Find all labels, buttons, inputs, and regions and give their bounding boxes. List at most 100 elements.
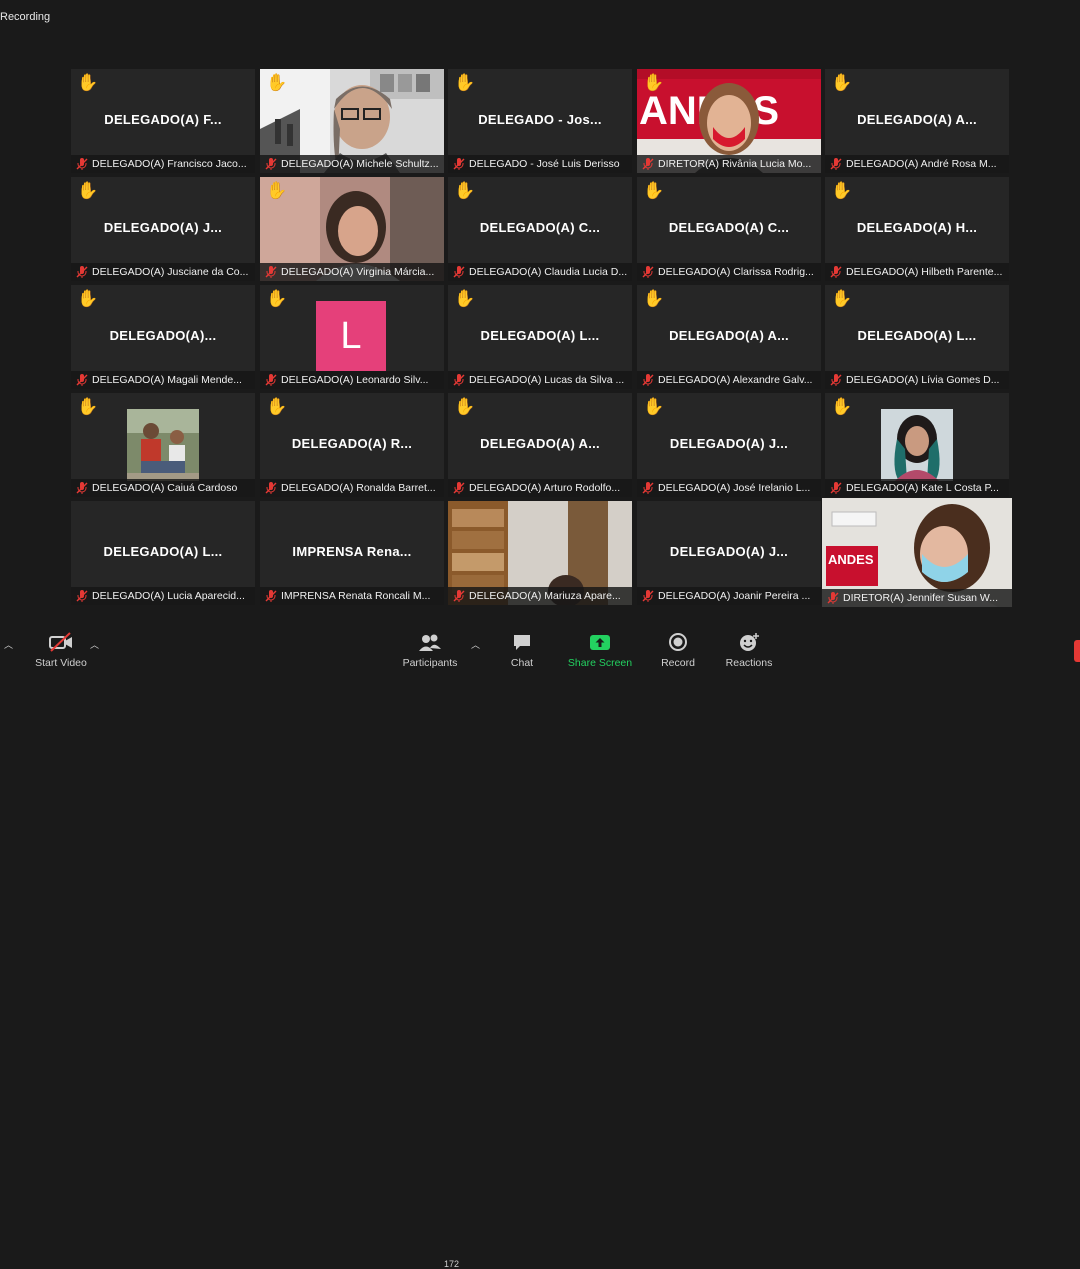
muted-mic-icon — [76, 590, 88, 602]
video-options-caret[interactable]: ︿ — [90, 638, 99, 651]
reactions-icon — [740, 633, 759, 651]
participant-display-label: DELEGADO(A) R... — [291, 436, 413, 451]
participant-tile[interactable]: ✋ DELEGADO(A) Caiuá Cardoso — [71, 393, 255, 497]
raised-hand-icon: ✋ — [454, 181, 476, 200]
participant-tile[interactable]: ✋ DELEGADO(A)... DELEGADO(A) Magali Mend… — [71, 285, 255, 389]
participant-tile[interactable]: DELEGADO(A) J... DELEGADO(A) Joanir Pere… — [637, 501, 821, 605]
participant-tile[interactable]: ✋ DELEGADO(A) J... DELEGADO(A) José Irel… — [637, 393, 821, 497]
participant-display-label: IMPRENSA Rena... — [292, 544, 412, 559]
participant-name: DELEGADO(A) Claudia Lucia D... — [469, 266, 628, 278]
participant-name: DELEGADO(A) Joanir Pereira ... — [658, 590, 811, 602]
participant-name: DELEGADO(A) Mariuza Apare... — [469, 590, 621, 602]
muted-mic-icon — [453, 266, 465, 278]
participant-display-label: DELEGADO(A) L... — [480, 328, 600, 343]
raised-hand-icon: ✋ — [831, 73, 853, 92]
participant-name: DELEGADO(A) Magali Mende... — [92, 374, 242, 386]
participant-tile[interactable]: ✋ DELEGADO(A) F... DELEGADO(A) Francisco… — [71, 69, 255, 173]
raised-hand-icon: ✋ — [77, 397, 99, 416]
participant-name: DELEGADO(A) Hilbeth Parente... — [846, 266, 1003, 278]
participants-options-caret[interactable]: ︿ — [471, 638, 480, 651]
participant-tile[interactable]: DELEGADO(A) L... DELEGADO(A) Lucia Apare… — [71, 501, 255, 605]
participant-tile[interactable]: ✋ DELEGADO(A) A... DELEGADO(A) Alexandre… — [637, 285, 821, 389]
participant-count: 172 — [444, 1259, 460, 1269]
participant-tile[interactable]: ✋ DELEGADO(A) R... DELEGADO(A) Ronalda B… — [260, 393, 444, 497]
raised-hand-icon: ✋ — [266, 73, 288, 92]
participant-name: DELEGADO(A) Alexandre Galv... — [658, 374, 813, 386]
muted-mic-icon — [453, 482, 465, 494]
participant-tile[interactable]: ✋ DELEGADO(A) L... DELEGADO(A) Lucas da … — [448, 285, 632, 389]
muted-mic-icon — [453, 374, 465, 386]
muted-mic-icon — [642, 374, 654, 386]
raised-hand-icon: ✋ — [77, 289, 99, 308]
record-icon — [669, 633, 687, 651]
participant-name: DELEGADO(A) Leonardo Silv... — [281, 374, 429, 386]
muted-mic-icon — [265, 482, 277, 494]
participant-name: DIRETOR(A) Rivânia Lucia Mo... — [658, 158, 812, 170]
svg-text:ANDES: ANDES — [828, 552, 874, 567]
active-speaker-tile[interactable]: ANDES DIRETOR(A) Jennifer Susan W... — [822, 498, 1012, 607]
participant-tile[interactable]: ✋ DELEGADO - Jos... DELEGADO - José Luis… — [448, 69, 632, 173]
participant-display-label: DELEGADO(A) L... — [857, 328, 977, 343]
participant-display-label: DELEGADO(A) H... — [856, 220, 978, 235]
participant-name: DELEGADO(A) Clarissa Rodrig... — [658, 266, 814, 278]
participant-tile[interactable]: ✋ DELEGADO(A) Virginia Márcia... — [260, 177, 444, 281]
participant-name: DELEGADO(A) Lívia Gomes D... — [846, 374, 1000, 386]
muted-mic-icon — [453, 590, 465, 602]
chat-icon — [514, 635, 530, 650]
muted-mic-icon — [827, 592, 839, 604]
record-label: Record — [661, 657, 695, 669]
muted-mic-icon — [265, 590, 277, 602]
muted-mic-icon — [265, 374, 277, 386]
profile-picture — [881, 409, 953, 481]
participant-tile[interactable]: ✋ DELEGADO(A) J... DELEGADO(A) Jusciane … — [71, 177, 255, 281]
participant-display-label: DELEGADO(A) L... — [103, 544, 223, 559]
participant-tile[interactable]: DELEGADO(A) Mariuza Apare... — [448, 501, 632, 605]
participant-tile[interactable]: ANDES ✋ DIRETOR(A) Rivânia Lucia Mo... — [637, 69, 821, 173]
share-screen-button[interactable]: Share Screen — [566, 631, 634, 669]
participant-tile[interactable]: ✋ DELEGADO(A) Kate L Costa P... — [825, 393, 1009, 497]
participant-name: DIRETOR(A) Jennifer Susan W... — [843, 592, 999, 604]
record-button[interactable]: Record — [656, 631, 700, 669]
participant-tile[interactable]: ✋ DELEGADO(A) L... DELEGADO(A) Lívia Gom… — [825, 285, 1009, 389]
reactions-button[interactable]: Reactions — [722, 631, 776, 669]
raised-hand-icon: ✋ — [643, 397, 665, 416]
audio-options-caret[interactable]: ︿ — [4, 638, 13, 651]
participant-tile[interactable]: ✋ DELEGADO(A) H... DELEGADO(A) Hilbeth P… — [825, 177, 1009, 281]
participant-name: DELEGADO(A) Caiuá Cardoso — [92, 482, 238, 494]
start-video-label: Start Video — [35, 657, 87, 669]
raised-hand-icon: ✋ — [831, 289, 853, 308]
participant-tile[interactable]: IMPRENSA Rena... IMPRENSA Renata Roncali… — [260, 501, 444, 605]
participant-display-label: DELEGADO(A) C... — [479, 220, 601, 235]
participants-label: Participants — [402, 657, 458, 669]
profile-picture — [127, 409, 199, 481]
muted-mic-icon — [453, 158, 465, 170]
start-video-button[interactable]: Start Video — [30, 631, 92, 669]
chat-label: Chat — [510, 657, 534, 669]
participant-name: DELEGADO(A) Kate L Costa P... — [846, 482, 999, 494]
meeting-toolbar: ︿ Start Video ︿ Participants 172 ︿ Chat … — [0, 623, 1080, 1269]
muted-mic-icon — [265, 266, 277, 278]
participant-display-label: DELEGADO(A) A... — [669, 328, 789, 343]
end-meeting-edge[interactable] — [1074, 640, 1080, 662]
participant-tile[interactable]: ✋ L DELEGADO(A) Leonardo Silv... — [260, 285, 444, 389]
muted-mic-icon — [642, 158, 654, 170]
muted-mic-icon — [76, 482, 88, 494]
participant-name: DELEGADO(A) Jusciane da Co... — [92, 266, 249, 278]
raised-hand-icon: ✋ — [454, 73, 476, 92]
share-screen-icon — [590, 635, 610, 650]
recording-indicator: Recording — [0, 11, 51, 23]
participant-tile[interactable]: ✋ DELEGADO(A) C... DELEGADO(A) Claudia L… — [448, 177, 632, 281]
participant-display-label: DELEGADO(A) A... — [480, 436, 600, 451]
chat-button[interactable]: Chat — [500, 631, 544, 669]
video-off-icon — [49, 632, 72, 652]
participant-tile[interactable]: ✋ DELEGADO(A) A... DELEGADO(A) André Ros… — [825, 69, 1009, 173]
reactions-label: Reactions — [725, 657, 773, 669]
participant-name: DELEGADO(A) Francisco Jaco... — [92, 158, 247, 170]
participant-tile[interactable]: ✋ DELEGADO(A) A... DELEGADO(A) Arturo Ro… — [448, 393, 632, 497]
participants-button[interactable]: Participants — [398, 631, 462, 669]
participant-name: DELEGADO - José Luis Derisso — [469, 158, 620, 170]
gallery-grid: ✋ DELEGADO(A) F... DELEGADO(A) Francisco… — [71, 69, 1012, 607]
participant-tile[interactable]: ✋ DELEGADO(A) Michele Schultz... — [260, 69, 444, 173]
participant-tile[interactable]: ✋ DELEGADO(A) C... DELEGADO(A) Clarissa … — [637, 177, 821, 281]
raised-hand-icon: ✋ — [643, 73, 665, 92]
